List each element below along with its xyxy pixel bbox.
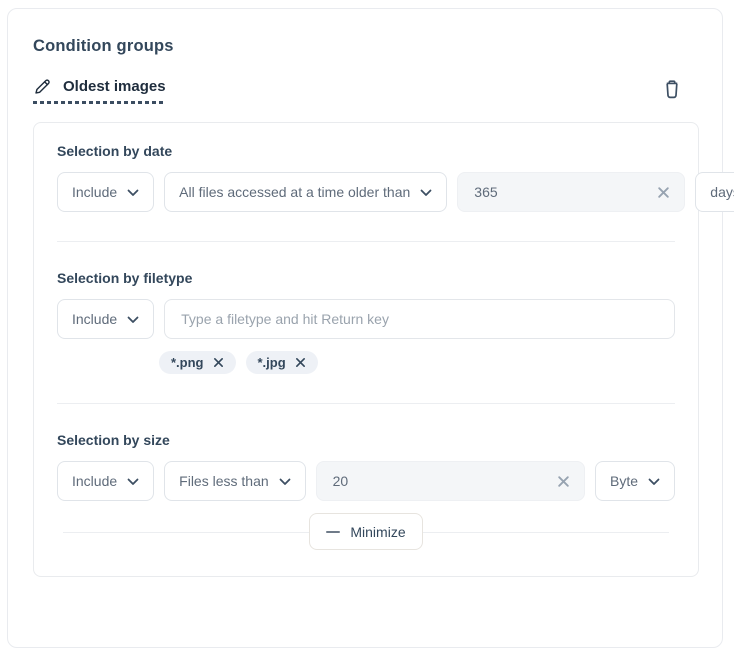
filetype-tag: *.jpg bbox=[246, 351, 318, 374]
size-unit-value: Byte bbox=[610, 473, 638, 489]
x-icon bbox=[295, 357, 306, 368]
pencil-icon bbox=[33, 77, 52, 96]
filetype-tag: *.png bbox=[159, 351, 236, 374]
date-condition-value: All files accessed at a time older than bbox=[179, 184, 410, 200]
minimize-button[interactable]: Minimize bbox=[309, 513, 422, 550]
group-header: Oldest images bbox=[33, 77, 697, 105]
size-include-dropdown[interactable]: Include bbox=[57, 461, 154, 501]
filetype-include-dropdown[interactable]: Include bbox=[57, 299, 154, 339]
condition-groups-card: Condition groups Oldest images bbox=[7, 8, 723, 648]
size-condition-value: Files less than bbox=[179, 473, 268, 489]
group-name-editable[interactable]: Oldest images bbox=[33, 77, 166, 104]
size-clear-button[interactable] bbox=[555, 473, 572, 490]
filetype-tags-row: *.png *.jpg bbox=[159, 351, 675, 374]
x-icon bbox=[213, 357, 224, 368]
filetype-input-field bbox=[164, 299, 675, 339]
filetype-include-value: Include bbox=[72, 311, 117, 327]
date-value-input[interactable] bbox=[474, 184, 655, 200]
section-label-size: Selection by size bbox=[57, 432, 675, 448]
size-value-field bbox=[316, 461, 585, 501]
remove-tag-button[interactable] bbox=[295, 357, 306, 368]
remove-tag-button[interactable] bbox=[213, 357, 224, 368]
date-condition-dropdown[interactable]: All files accessed at a time older than bbox=[164, 172, 447, 212]
minimize-label: Minimize bbox=[350, 524, 405, 540]
dotted-underline bbox=[33, 101, 166, 104]
date-include-dropdown[interactable]: Include bbox=[57, 172, 154, 212]
date-unit-dropdown[interactable]: days bbox=[695, 172, 734, 212]
page-title: Condition groups bbox=[33, 37, 697, 56]
size-unit-dropdown[interactable]: Byte bbox=[595, 461, 675, 501]
chevron-down-icon bbox=[127, 316, 139, 324]
date-value-field bbox=[457, 172, 685, 212]
minimize-row: Minimize bbox=[57, 513, 675, 550]
x-icon bbox=[557, 475, 570, 488]
x-icon bbox=[657, 186, 670, 199]
trash-icon bbox=[663, 79, 681, 100]
tag-label: *.jpg bbox=[258, 355, 286, 370]
date-clear-button[interactable] bbox=[655, 184, 672, 201]
size-include-value: Include bbox=[72, 473, 117, 489]
date-unit-value: days bbox=[710, 184, 734, 200]
tag-label: *.png bbox=[171, 355, 204, 370]
size-controls-row: Include Files less than bbox=[57, 461, 675, 501]
condition-group-panel: Selection by date Include All files acce… bbox=[33, 122, 699, 577]
section-label-filetype: Selection by filetype bbox=[57, 270, 675, 286]
section-divider bbox=[57, 241, 675, 242]
section-divider bbox=[57, 403, 675, 404]
minus-icon bbox=[326, 525, 340, 539]
size-value-input[interactable] bbox=[333, 473, 555, 489]
size-condition-dropdown[interactable]: Files less than bbox=[164, 461, 305, 501]
chevron-down-icon bbox=[648, 478, 660, 486]
date-include-value: Include bbox=[72, 184, 117, 200]
chevron-down-icon bbox=[279, 478, 291, 486]
delete-group-button[interactable] bbox=[661, 77, 683, 105]
group-name-label: Oldest images bbox=[63, 78, 166, 95]
chevron-down-icon bbox=[127, 478, 139, 486]
filetype-controls-row: Include bbox=[57, 299, 675, 339]
date-controls-row: Include All files accessed at a time old… bbox=[57, 172, 675, 212]
section-label-date: Selection by date bbox=[57, 143, 675, 159]
chevron-down-icon bbox=[127, 189, 139, 197]
chevron-down-icon bbox=[420, 189, 432, 197]
filetype-input[interactable] bbox=[181, 311, 658, 327]
